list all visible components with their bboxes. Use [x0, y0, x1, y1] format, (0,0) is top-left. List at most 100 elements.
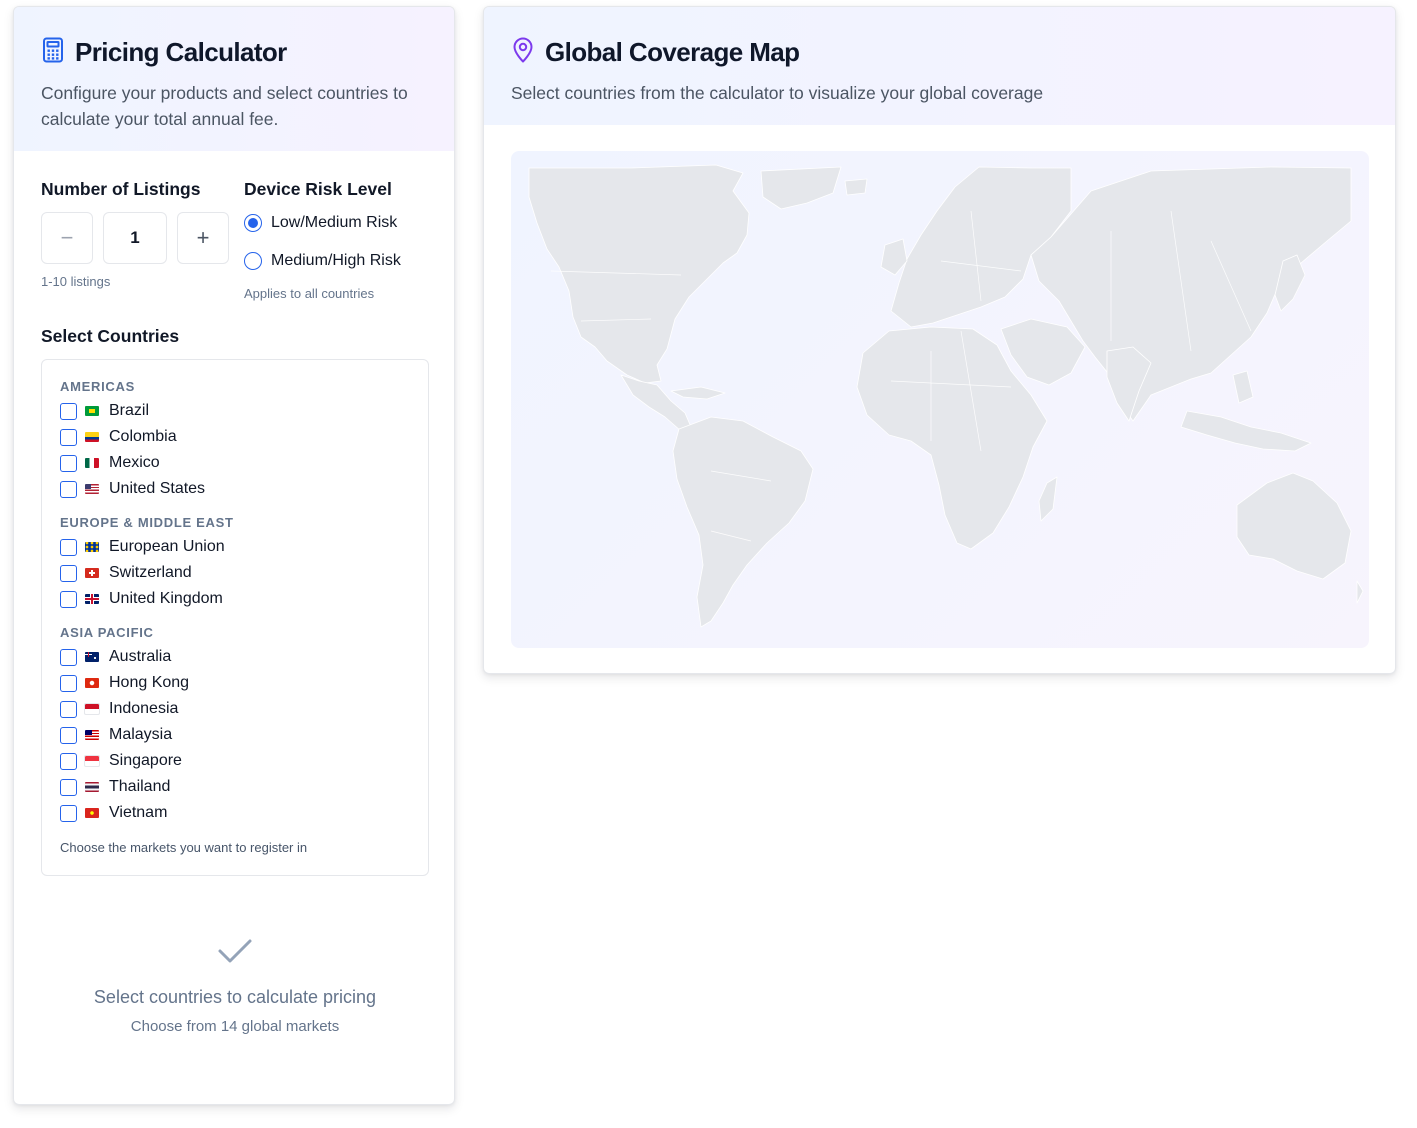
region-heading: EUROPE & MIDDLE EAST [60, 515, 234, 530]
country-name: Brazil [109, 402, 150, 419]
calculator-header: Pricing Calculator Configure your produc… [14, 7, 454, 151]
country-option[interactable]: Malaysia [60, 722, 410, 748]
country-name: Australia [109, 648, 172, 665]
map-pin-icon [511, 37, 535, 68]
country-checkbox[interactable] [60, 428, 77, 446]
asia-landmass [1030, 166, 1352, 422]
country-name: Switzerland [109, 564, 192, 581]
country-checkbox[interactable] [60, 752, 77, 770]
country-option[interactable]: Mexico [60, 450, 410, 476]
country-checkbox[interactable] [60, 564, 77, 582]
country-checkbox[interactable] [60, 454, 77, 472]
pricing-calculator-card: Pricing Calculator Configure your produc… [13, 6, 455, 1105]
empty-state-subtitle: Choose from 14 global markets [130, 1018, 340, 1035]
mexico-flag-icon [85, 458, 99, 468]
country-checkbox[interactable] [60, 674, 77, 692]
country-checkbox[interactable] [60, 590, 77, 608]
country-checkbox[interactable] [60, 402, 77, 420]
country-name: Mexico [109, 454, 160, 471]
eu-flag-icon [85, 542, 99, 552]
vietnam-flag-icon [85, 808, 99, 818]
listings-label: Number of Listings [41, 179, 201, 199]
countries-hint: Choose the markets you want to register … [60, 840, 308, 855]
singapore-flag-icon [84, 755, 100, 767]
australia-flag-icon [85, 652, 99, 662]
region-heading: AMERICAS [60, 379, 135, 394]
us-flag-icon [85, 484, 99, 494]
country-checkbox[interactable] [60, 778, 77, 796]
risk-label: Device Risk Level [244, 179, 392, 199]
region-group: AMERICAS Brazil Colombia Mexico United State… [60, 379, 410, 502]
risk-option-label: Medium/High Risk [271, 252, 401, 269]
risk-option-low-medium[interactable]: Low/Medium Risk [244, 214, 444, 232]
increment-button[interactable]: + [177, 212, 229, 264]
coverage-map-card: Global Coverage Map Select countries fro… [483, 6, 1396, 674]
country-name: Malaysia [109, 726, 173, 743]
radio-unselected-icon[interactable] [244, 252, 262, 270]
arctic-islands [760, 166, 842, 210]
risk-section: Device Risk Level Low/Medium Risk Medium… [244, 179, 444, 301]
central-america [620, 374, 692, 432]
colombia-flag-icon [85, 432, 99, 442]
country-option[interactable]: Colombia [60, 424, 410, 450]
country-name: United Kingdom [109, 590, 223, 607]
country-name: European Union [109, 538, 225, 555]
country-name: Singapore [109, 752, 182, 769]
country-checkbox[interactable] [60, 480, 77, 498]
country-name: Thailand [109, 778, 171, 795]
country-name: Vietnam [109, 804, 168, 821]
country-selector: AMERICAS Brazil Colombia Mexico United State… [41, 359, 429, 876]
countries-label: Select Countries [41, 326, 180, 346]
country-checkbox[interactable] [60, 648, 77, 666]
listings-stepper: − 1 + [41, 212, 231, 264]
australia-landmass [1236, 472, 1352, 580]
world-map[interactable] [511, 151, 1369, 648]
country-name: Hong Kong [109, 674, 190, 691]
country-option[interactable]: Australia [60, 644, 410, 670]
checkmark-icon [218, 939, 252, 963]
country-option[interactable]: European Union [60, 534, 410, 560]
country-name: Colombia [109, 428, 177, 445]
region-list: AMERICAS Brazil Colombia Mexico United State… [60, 379, 410, 826]
switzerland-flag-icon [85, 568, 99, 578]
empty-state: Select countries to calculate pricing Ch… [14, 937, 454, 1035]
country-checkbox[interactable] [60, 538, 77, 556]
calculator-icon [41, 37, 65, 68]
country-option[interactable]: Switzerland [60, 560, 410, 586]
hong-kong-flag-icon [85, 678, 99, 688]
southeast-asia-islands [1180, 410, 1312, 452]
decrement-button[interactable]: − [41, 212, 93, 264]
malaysia-flag-icon [85, 730, 99, 740]
caribbean-islands [670, 386, 726, 400]
country-name: United States [109, 480, 206, 497]
calculator-subtitle: Configure your products and select count… [41, 83, 408, 129]
country-option[interactable]: United Kingdom [60, 586, 410, 612]
country-option[interactable]: Vietnam [60, 800, 410, 826]
country-name: Indonesia [109, 700, 179, 717]
country-option[interactable]: United States [60, 476, 410, 502]
new-zealand [1356, 580, 1364, 604]
risk-hint: Applies to all countries [244, 286, 375, 301]
listings-hint: 1-10 listings [41, 274, 111, 289]
region-group: EUROPE & MIDDLE EAST European Union Switze… [60, 515, 410, 612]
listings-value-input[interactable]: 1 [103, 212, 167, 264]
map-title: Global Coverage Map [545, 37, 800, 67]
country-option[interactable]: Singapore [60, 748, 410, 774]
country-checkbox[interactable] [60, 700, 77, 718]
country-checkbox[interactable] [60, 726, 77, 744]
radio-selected-icon[interactable] [244, 214, 262, 232]
country-option[interactable]: Hong Kong [60, 670, 410, 696]
country-option[interactable]: Indonesia [60, 696, 410, 722]
thailand-flag-icon [85, 782, 99, 792]
country-checkbox[interactable] [60, 804, 77, 822]
philippines [1232, 370, 1254, 404]
risk-option-medium-high[interactable]: Medium/High Risk [244, 252, 444, 270]
madagascar [1038, 476, 1058, 522]
region-heading: ASIA PACIFIC [60, 625, 154, 640]
risk-option-label: Low/Medium Risk [271, 214, 398, 231]
empty-state-title: Select countries to calculate pricing [93, 987, 377, 1007]
country-option[interactable]: Thailand [60, 774, 410, 800]
south-america-landmass [672, 416, 814, 628]
country-option[interactable]: Brazil [60, 398, 410, 424]
country-list: Australia Hong Kong Indonesia Malaysia Singa… [60, 644, 410, 826]
